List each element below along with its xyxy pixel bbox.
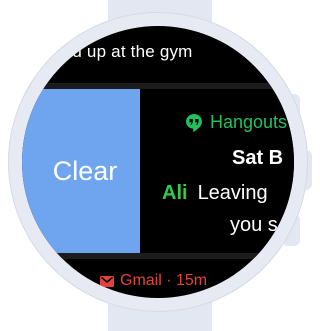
previous-notification-peek[interactable]: you up at the gym [22, 42, 294, 62]
divider-bottom [22, 253, 294, 259]
notification-app-header: Hangouts [186, 112, 287, 133]
gmail-icon [100, 275, 114, 287]
notification-message-line-2: you s [230, 214, 278, 236]
watch-screen: you up at the gym Clear Hangouts Sat B A… [22, 26, 294, 298]
notification-sender: Ali [162, 182, 188, 204]
watch-stage: you up at the gym Clear Hangouts Sat B A… [0, 0, 320, 331]
notification-message-text: Leaving [197, 182, 268, 204]
clear-action-button[interactable]: Clear [22, 89, 140, 253]
clear-action-label: Clear [52, 155, 118, 186]
notification-title: Sat B [232, 147, 284, 169]
notification-card[interactable]: Hangouts Sat B Ali Leaving you s [140, 89, 294, 253]
notification-message-line-1: Ali Leaving [162, 182, 268, 205]
notification-app-name: Hangouts [210, 112, 288, 132]
next-notification-peek[interactable]: Gmail · 15m [100, 272, 207, 290]
hangouts-icon [186, 113, 202, 132]
next-notification-text: Gmail · 15m [120, 272, 208, 289]
